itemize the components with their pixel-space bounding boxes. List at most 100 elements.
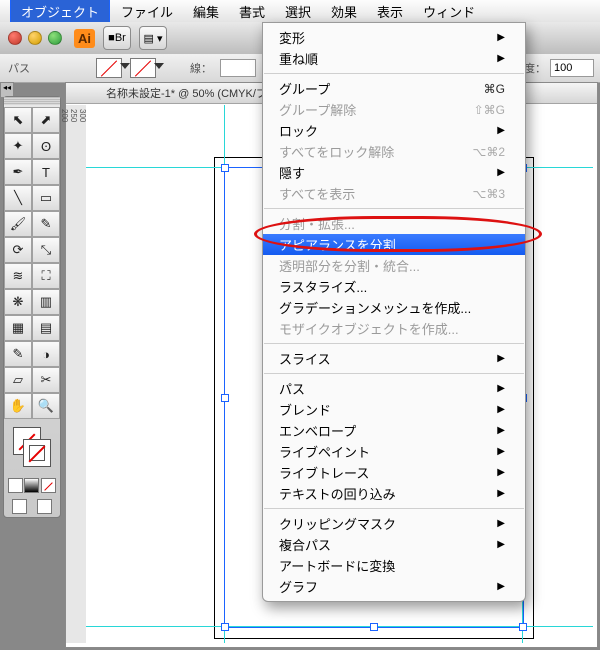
menu-window[interactable]: ウィンド	[413, 0, 485, 24]
lasso-tool[interactable]: ʘ	[32, 133, 60, 159]
submenu-arrow-icon: ▶	[497, 167, 505, 178]
menu-item[interactable]: 変形▶	[263, 27, 525, 48]
menu-type[interactable]: 書式	[229, 0, 275, 24]
type-tool[interactable]: T	[32, 159, 60, 185]
rotate-tool[interactable]: ⟳	[4, 237, 32, 263]
slice-tool[interactable]: ▱	[4, 367, 32, 393]
pencil-tool[interactable]: ✎	[32, 211, 60, 237]
scale-tool[interactable]: ⤡	[32, 237, 60, 263]
graph-tool[interactable]: ▥	[32, 289, 60, 315]
eyedropper-tool[interactable]: ✎	[4, 341, 32, 367]
stroke-label: 線：	[190, 60, 212, 76]
menu-item[interactable]: エンベロープ▶	[263, 420, 525, 441]
submenu-arrow-icon: ▶	[497, 404, 505, 415]
menu-item[interactable]: ロック ▶	[263, 120, 525, 141]
menu-item[interactable]: ブレンド▶	[263, 399, 525, 420]
arrange-docs-button[interactable]: ▤ ▾	[139, 26, 167, 50]
submenu-arrow-icon: ▶	[497, 518, 505, 529]
brush-tool[interactable]: 🖌	[4, 211, 32, 237]
submenu-arrow-icon: ▶	[497, 539, 505, 550]
menu-item[interactable]: ライブトレース▶	[263, 462, 525, 483]
menu-item[interactable]: グラフ ▶	[263, 576, 525, 597]
menu-item-label: ラスタライズ...	[279, 277, 367, 296]
submenu-arrow-icon: ▶	[497, 125, 505, 136]
menu-item-label: すべてを表示	[279, 184, 355, 203]
menu-item: 透明部分を分割・統合...	[263, 255, 525, 276]
minimize-icon[interactable]	[28, 31, 42, 45]
submenu-arrow-icon: ▶	[497, 425, 505, 436]
menu-item[interactable]: アピアランスを分割	[263, 234, 525, 255]
submenu-arrow-icon: ▶	[497, 353, 505, 364]
menu-item-label: クリッピングマスク	[279, 514, 396, 533]
menu-effect[interactable]: 効果	[321, 0, 367, 24]
menu-shortcut: ⌥⌘2	[472, 145, 505, 159]
toolbox: ⬉⬈✦ʘ✒T╲▭🖌✎⟳⤡≋⛶❋▥▦▤✎◑▱✂✋🔍	[3, 96, 61, 518]
menu-item[interactable]: ラスタライズ...	[263, 276, 525, 297]
menu-item[interactable]: グループ⌘G	[263, 78, 525, 99]
menu-item[interactable]: 隠す▶	[263, 162, 525, 183]
menu-item-label: モザイクオブジェクトを作成...	[279, 319, 459, 338]
screen-modes	[4, 496, 60, 517]
warp-tool[interactable]: ≋	[4, 263, 32, 289]
bridge-button[interactable]: ■Br	[103, 26, 131, 50]
scissors-tool[interactable]: ✂	[32, 367, 60, 393]
stroke-icon[interactable]	[23, 439, 51, 467]
zoom-tool[interactable]: 🔍	[32, 393, 60, 419]
menu-item-label: 分割・拡張...	[279, 214, 355, 233]
color-modes	[4, 475, 60, 496]
hand-tool[interactable]: ✋	[4, 393, 32, 419]
mesh-tool[interactable]: ▦	[4, 315, 32, 341]
menu-item[interactable]: ライブペイント▶	[263, 441, 525, 462]
menu-item[interactable]: アートボードに変換	[263, 555, 525, 576]
menu-item[interactable]: 重ね順▶	[263, 48, 525, 69]
mode-none-icon[interactable]	[41, 478, 56, 493]
menu-object[interactable]: オブジェクト	[10, 0, 110, 25]
menu-select[interactable]: 選択	[275, 0, 321, 24]
screen-full-icon[interactable]	[37, 499, 52, 514]
menu-item[interactable]: 複合パス ▶	[263, 534, 525, 555]
submenu-arrow-icon: ▶	[497, 488, 505, 499]
mode-color-icon[interactable]	[8, 478, 23, 493]
fill-swatch[interactable]	[96, 58, 122, 78]
menu-item-label: グループ	[279, 79, 330, 98]
menu-item-label: アートボードに変換	[279, 556, 395, 575]
menu-file[interactable]: ファイル	[111, 0, 183, 24]
symbol-sprayer-tool[interactable]: ❋	[4, 289, 32, 315]
submenu-arrow-icon: ▶	[497, 32, 505, 43]
select-arrow-tool[interactable]: ⬉	[4, 107, 32, 133]
zoom-icon[interactable]	[48, 31, 62, 45]
menu-item-label: ロック	[279, 121, 318, 140]
gradient-tool[interactable]: ▤	[32, 315, 60, 341]
toolbox-grip[interactable]	[4, 97, 60, 105]
mode-gradient-icon[interactable]	[24, 478, 39, 493]
free-transform-tool[interactable]: ⛶	[32, 263, 60, 289]
menu-item-label: 複合パス	[279, 535, 331, 554]
menu-edit[interactable]: 編集	[183, 0, 229, 24]
rect-tool[interactable]: ▭	[32, 185, 60, 211]
menubar: Illustrator ファイル 編集 オブジェクト 書式 選択 効果 表示 ウ…	[0, 0, 600, 23]
mode-label: パス	[8, 60, 30, 76]
direct-select-tool[interactable]: ⬈	[32, 107, 60, 133]
screen-normal-icon[interactable]	[12, 499, 27, 514]
pen-tool[interactable]: ✒	[4, 159, 32, 185]
menu-item[interactable]: パス▶	[263, 378, 525, 399]
stroke-swatch[interactable]	[130, 58, 156, 78]
menu-item-label: グラデーションメッシュを作成...	[279, 298, 471, 317]
menu-item[interactable]: スライス▶	[263, 348, 525, 369]
menu-item-label: グラフ	[279, 577, 318, 596]
close-icon[interactable]	[8, 31, 22, 45]
menu-item[interactable]: テキストの回り込み▶	[263, 483, 525, 504]
line-tool[interactable]: ╲	[4, 185, 32, 211]
stroke-weight-input[interactable]	[220, 59, 256, 77]
submenu-arrow-icon: ▶	[497, 581, 505, 592]
fill-stroke-control[interactable]	[7, 423, 57, 471]
ai-logo-icon: Ai	[74, 29, 95, 48]
opacity-input[interactable]	[550, 59, 594, 77]
menu-shortcut: ⌥⌘3	[472, 187, 505, 201]
menu-item: すべてを表示 ⌥⌘3	[263, 183, 525, 204]
menu-item[interactable]: クリッピングマスク ▶	[263, 513, 525, 534]
menu-item[interactable]: グラデーションメッシュを作成...	[263, 297, 525, 318]
magic-wand-tool[interactable]: ✦	[4, 133, 32, 159]
menu-view[interactable]: 表示	[367, 0, 413, 24]
blend-tool[interactable]: ◑	[32, 341, 60, 367]
